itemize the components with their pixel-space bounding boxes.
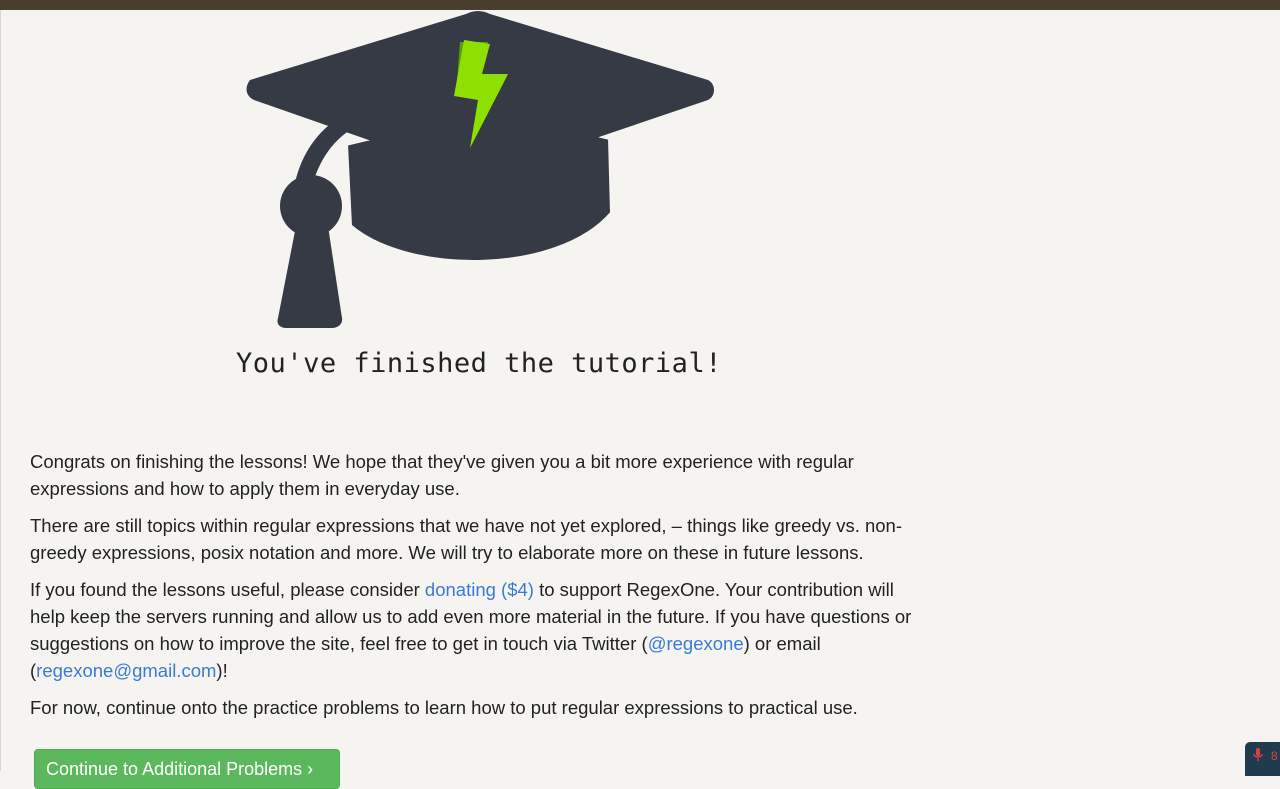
page-title: You've finished the tutorial! [236,348,722,379]
widget-count: 8 [1271,749,1278,763]
support-text-after: )! [216,660,228,681]
graduation-cap-icon [246,11,714,328]
microphone-icon [1253,748,1263,761]
left-edge-border [0,10,1,771]
tassel [277,226,343,328]
paragraph-support: If you found the lessons useful, please … [30,576,920,684]
email-link[interactable]: regexone@gmail.com [36,660,216,681]
donate-link[interactable]: donating ($4) [425,579,534,600]
twitter-link[interactable]: @regexone [648,633,744,654]
support-text-before: If you found the lessons useful, please … [30,579,425,600]
content-body: Congrats on finishing the lessons! We ho… [30,448,920,731]
paragraph-topics: There are still topics within regular ex… [30,515,903,563]
paragraph-continue: For now, continue onto the practice prob… [30,697,858,718]
paragraph-congrats: Congrats on finishing the lessons! We ho… [30,451,854,499]
continue-button[interactable]: Continue to Additional Problems › [34,749,340,789]
